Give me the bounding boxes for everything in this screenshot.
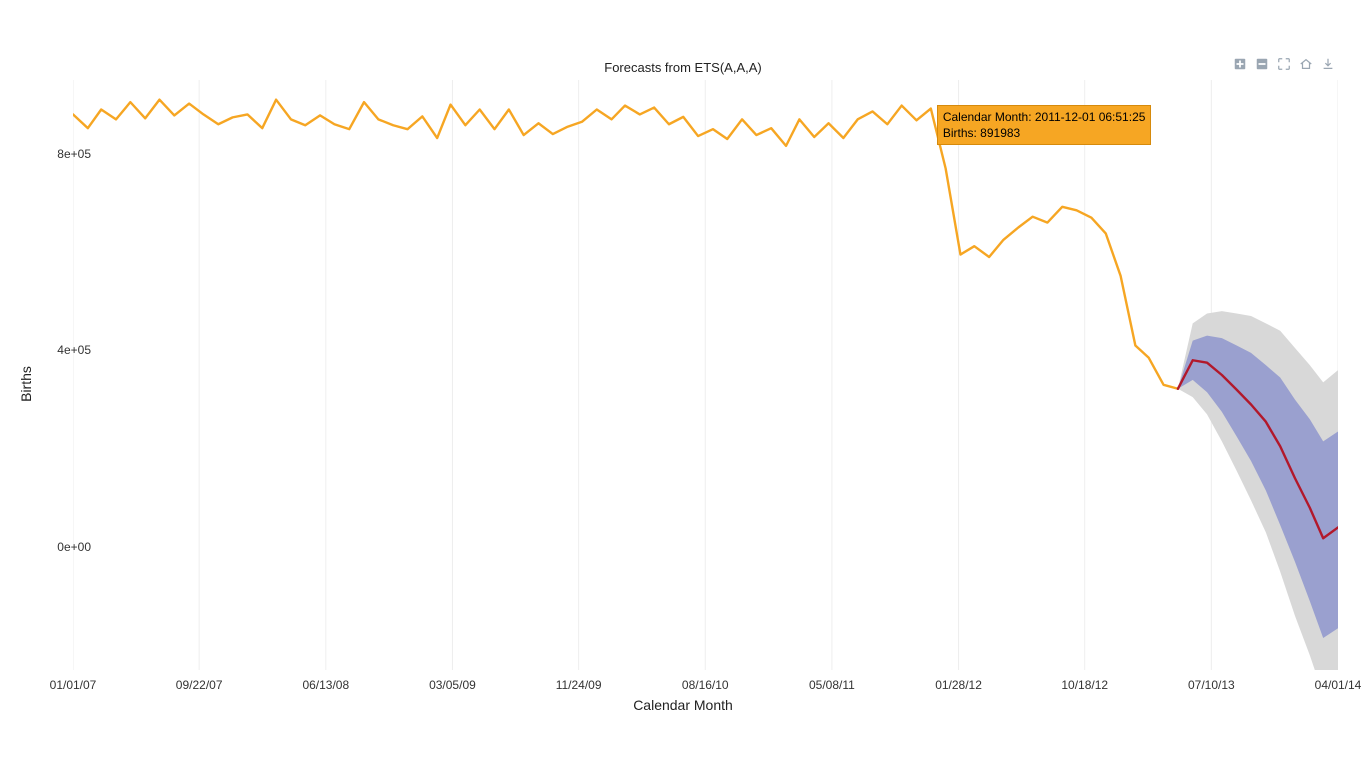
- x-tick-label: 09/22/07: [176, 678, 223, 692]
- y-tick-label: 8e+05: [57, 147, 91, 161]
- x-tick-label: 06/13/08: [302, 678, 349, 692]
- x-tick-label: 07/10/13: [1188, 678, 1235, 692]
- x-tick-label: 01/28/12: [935, 678, 982, 692]
- autoscale-icon[interactable]: [1276, 56, 1292, 72]
- zoom-out-icon[interactable]: [1254, 56, 1270, 72]
- download-icon[interactable]: [1320, 56, 1336, 72]
- x-tick-label: 10/18/12: [1061, 678, 1108, 692]
- tooltip-x: Calendar Month: 2011-12-01 06:51:25: [943, 109, 1146, 125]
- y-tick-label: 4e+05: [57, 343, 91, 357]
- hover-tooltip: Calendar Month: 2011-12-01 06:51:25 Birt…: [937, 105, 1152, 145]
- x-tick-label: 04/01/14: [1315, 678, 1362, 692]
- y-tick-label: 0e+00: [57, 540, 91, 554]
- x-tick-label: 05/08/11: [809, 678, 855, 692]
- x-axis-label: Calendar Month: [0, 697, 1366, 713]
- x-tick-label: 08/16/10: [682, 678, 729, 692]
- chart-title: Forecasts from ETS(A,A,A): [0, 60, 1366, 75]
- zoom-in-icon[interactable]: [1232, 56, 1248, 72]
- home-icon[interactable]: [1298, 56, 1314, 72]
- x-tick-label: 01/01/07: [50, 678, 97, 692]
- x-tick-label: 03/05/09: [429, 678, 476, 692]
- chart-toolbar: [1232, 56, 1336, 72]
- x-tick-label: 11/24/09: [556, 678, 602, 692]
- forecast-chart[interactable]: [73, 80, 1338, 670]
- y-axis-label: Births: [18, 366, 34, 402]
- tooltip-y: Births: 891983: [943, 125, 1146, 141]
